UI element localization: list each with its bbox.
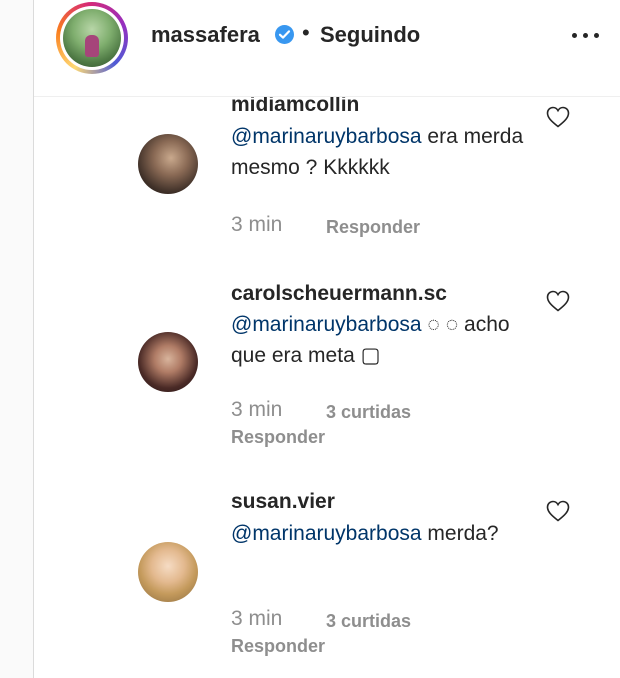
following-button[interactable]: Seguindo: [320, 22, 420, 48]
comment-body: merda?: [421, 522, 499, 545]
reply-button[interactable]: Responder: [326, 217, 420, 238]
commenter-avatar[interactable]: [138, 542, 198, 602]
likes-count-button[interactable]: 3 curtidas: [326, 402, 411, 423]
more-options-icon[interactable]: [566, 18, 606, 52]
reply-button[interactable]: Responder: [231, 636, 325, 657]
comment-mention[interactable]: @marinaruybarbosa: [231, 313, 422, 336]
comment-text: @marinaruybarbosa ◌ ◌ acho que era meta …: [231, 309, 531, 371]
reply-button[interactable]: Responder: [231, 427, 325, 448]
commenter-avatar[interactable]: [138, 134, 198, 194]
comments-panel: midiamcollin @marinaruybarbosa era merda…: [33, 0, 620, 678]
post-header: massafera • Seguindo: [34, 0, 620, 97]
author-avatar[interactable]: [56, 2, 128, 74]
heart-outline-icon[interactable]: [546, 500, 570, 522]
comment-time[interactable]: 3 min: [231, 213, 282, 237]
likes-count-button[interactable]: 3 curtidas: [326, 611, 411, 632]
comment-username[interactable]: carolscheuermann.sc: [231, 282, 447, 306]
heart-outline-icon[interactable]: [546, 290, 570, 312]
comment-mention[interactable]: @marinaruybarbosa: [231, 125, 422, 148]
page-background-strip: [0, 0, 33, 678]
comment-username[interactable]: susan.vier: [231, 490, 335, 514]
comment-text: @marinaruybarbosa era merda mesmo ? Kkkk…: [231, 121, 531, 183]
heart-outline-icon[interactable]: [546, 106, 570, 128]
comment-time[interactable]: 3 min: [231, 398, 282, 422]
comment-time[interactable]: 3 min: [231, 607, 282, 631]
author-username[interactable]: massafera: [151, 22, 260, 48]
header-separator: •: [302, 20, 310, 45]
commenter-avatar[interactable]: [138, 332, 198, 392]
verified-badge-icon: [275, 25, 294, 44]
comment-mention[interactable]: @marinaruybarbosa: [231, 522, 422, 545]
comment-text: @marinaruybarbosa merda?: [231, 518, 531, 549]
